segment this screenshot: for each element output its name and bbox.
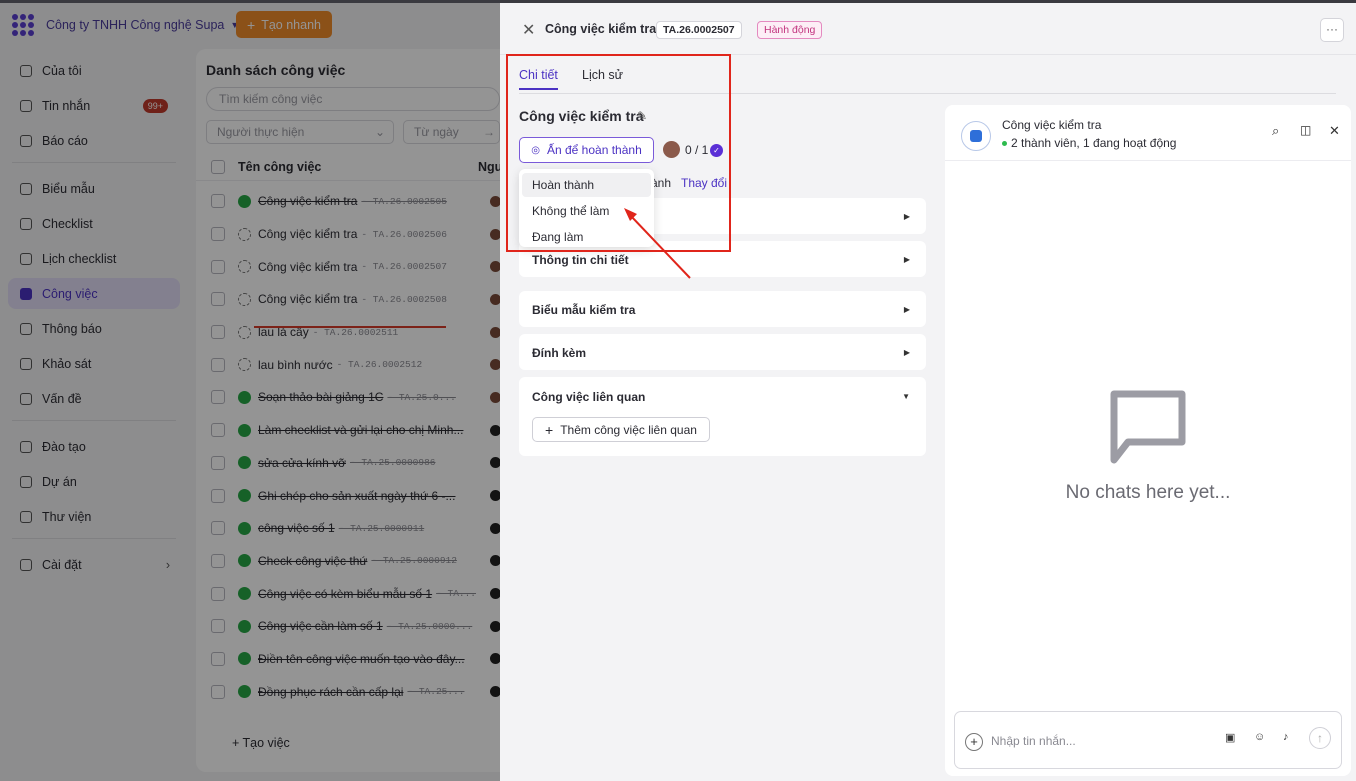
search-icon[interactable]: ⌕ <box>1272 123 1279 139</box>
avatar <box>663 141 680 158</box>
empty-chat-text: No chats here yet... <box>1065 482 1231 503</box>
split-view-icon[interactable]: ◫ <box>1300 123 1311 137</box>
caret-right-icon: ▶ <box>903 348 910 357</box>
message-input[interactable]: Nhập tin nhắn... <box>991 734 1076 748</box>
tab-history[interactable]: Lịch sử <box>582 68 623 88</box>
mark-complete-button[interactable]: ◎ Ấn để hoàn thành <box>519 137 654 163</box>
send-button[interactable]: ↑ <box>1309 727 1331 749</box>
section-label: Công việc liên quan <box>532 390 646 404</box>
task-title: Công việc kiểm tra <box>519 108 644 124</box>
tab-details[interactable]: Chi tiết <box>519 68 558 90</box>
menu-item-cannot-do[interactable]: Không thể làm <box>522 199 651 223</box>
online-dot <box>1002 141 1007 147</box>
section-related-tasks: Công việc liên quan ▼ + Thêm công việc li… <box>519 377 926 456</box>
menu-item-in-progress[interactable]: Đang làm <box>522 225 651 249</box>
task-detail-drawer: ✕ Công việc kiểm tra TA.26.0002507 Hành … <box>500 3 1356 781</box>
image-icon[interactable]: ▣ <box>1225 731 1235 744</box>
section-label: Thông tin chi tiết <box>532 253 629 267</box>
task-code-badge: TA.26.0002507 <box>656 21 742 39</box>
caret-right-icon: ▶ <box>903 305 910 314</box>
emoji-icon[interactable]: ☺ <box>1254 731 1265 743</box>
mark-complete-label: Ấn để hoàn thành <box>546 143 642 157</box>
pencil-icon[interactable]: ✎ <box>637 109 647 123</box>
close-icon[interactable]: ✕ <box>522 20 535 40</box>
task-icon <box>970 130 982 142</box>
drawer-title: Công việc kiểm tra <box>545 22 657 36</box>
drawer-header: ✕ Công việc kiểm tra TA.26.0002507 Hành … <box>500 3 1356 55</box>
task-chat-avatar <box>961 121 991 151</box>
plus-icon: + <box>545 421 554 438</box>
chat-header: Công việc kiểm tra 2 thành viên, 1 đang … <box>945 105 1351 161</box>
add-related-label: Thêm công việc liên quan <box>560 422 697 437</box>
microphone-icon[interactable]: ♪ <box>1283 731 1289 743</box>
caret-right-icon: ▶ <box>903 212 910 221</box>
verified-check-icon: ✓ <box>710 144 723 157</box>
detail-tabs: Chi tiết Lịch sử <box>519 68 1336 94</box>
close-icon[interactable]: ✕ <box>1329 123 1340 139</box>
check-circle-icon: ◎ <box>531 144 540 156</box>
task-type-tag: Hành động <box>757 21 823 39</box>
section-label: Biểu mẫu kiểm tra <box>532 303 636 317</box>
chat-bubble-icon <box>1110 390 1186 464</box>
section-attachments[interactable]: Đính kèm ▶ <box>519 334 926 370</box>
status-dropdown-menu: Hoàn thành Không thể làm Đang làm <box>519 169 654 247</box>
chat-title: Công việc kiểm tra <box>1002 118 1102 132</box>
modal-overlay[interactable] <box>0 3 500 781</box>
add-attachment-icon[interactable]: + <box>965 733 983 751</box>
change-status-link[interactable]: Thay đổi <box>681 176 727 190</box>
status-text: ành <box>651 176 672 190</box>
section-label: Đính kèm <box>532 346 587 360</box>
chat-members: 2 thành viên, 1 đang hoạt động <box>1002 136 1176 150</box>
message-composer: + Nhập tin nhắn... ▣ ☺ ♪ ↑ <box>954 711 1342 769</box>
caret-down-icon[interactable]: ▼ <box>902 392 910 401</box>
chat-panel: Công việc kiểm tra 2 thành viên, 1 đang … <box>945 105 1351 776</box>
section-inspection-forms[interactable]: Biểu mẫu kiểm tra ▶ <box>519 291 926 327</box>
chat-members-text: 2 thành viên, 1 đang hoạt động <box>1011 136 1177 150</box>
more-options-button[interactable]: ··· <box>1320 18 1344 42</box>
menu-item-completed[interactable]: Hoàn thành <box>522 173 651 197</box>
caret-right-icon: ▶ <box>903 255 910 264</box>
add-related-task-button[interactable]: + Thêm công việc liên quan <box>532 417 710 442</box>
progress-count: 0 / 1 <box>685 143 709 157</box>
